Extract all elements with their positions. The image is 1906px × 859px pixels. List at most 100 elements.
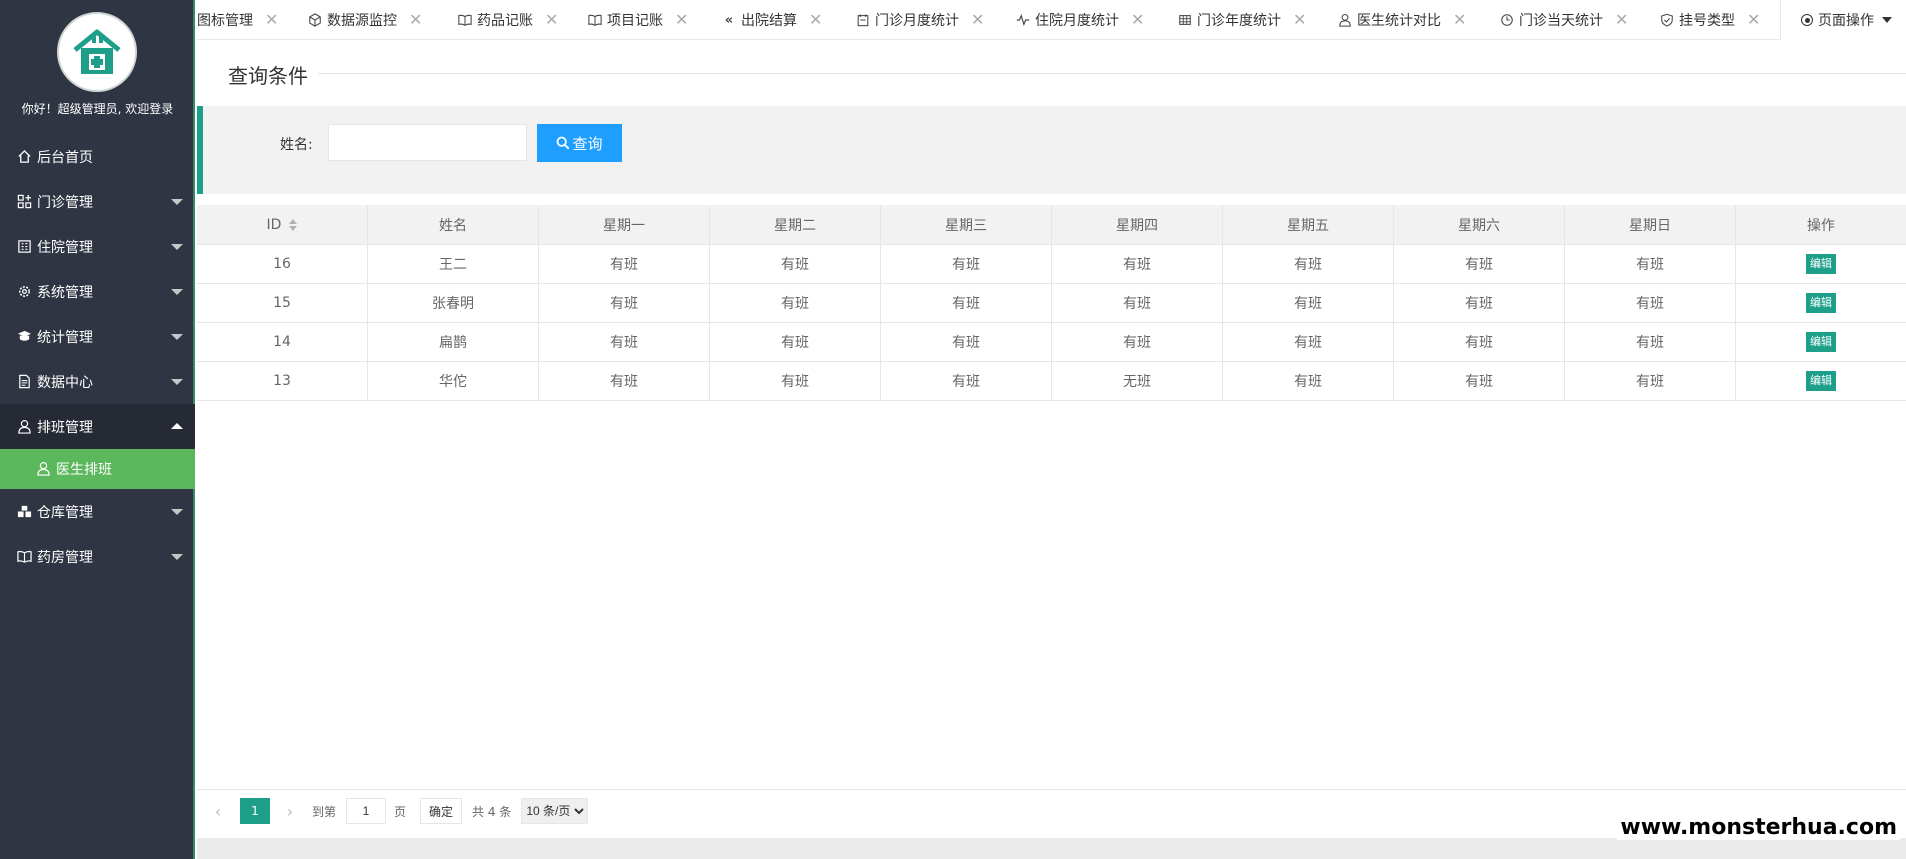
- footer-strip: [197, 838, 1906, 859]
- double-left-icon: «: [724, 12, 734, 28]
- tab-datasource-monitor[interactable]: 数据源监控 ✕: [307, 0, 422, 40]
- tab-label: 挂号类型: [1679, 13, 1735, 29]
- table-row: 14 扁鹊 有班 有班 有班 有班 有班 有班 有班 编辑: [197, 323, 1906, 362]
- total-count: 共 4 条: [472, 804, 512, 819]
- table-row: 15 张春明 有班 有班 有班 有班 有班 有班 有班 编辑: [197, 284, 1906, 323]
- chevron-down-icon: [171, 509, 183, 515]
- header-name: 姓名: [368, 205, 539, 244]
- sidebar-item-statistics[interactable]: 统计管理: [0, 314, 195, 359]
- next-page-icon[interactable]: ›: [282, 802, 298, 821]
- grid-plus-icon: [16, 194, 32, 210]
- sidebar-item-outpatient[interactable]: 门诊管理: [0, 179, 195, 224]
- header-sunday: 星期日: [1565, 205, 1736, 244]
- edit-button[interactable]: 编辑: [1806, 293, 1836, 313]
- header-friday: 星期五: [1223, 205, 1394, 244]
- page-size-select[interactable]: 10 条/页: [521, 798, 589, 824]
- tab-label: 数据源监控: [327, 13, 397, 29]
- sidebar-item-inpatient[interactable]: 住院管理: [0, 224, 195, 269]
- home-icon: [16, 149, 32, 165]
- chart-icon: [16, 329, 32, 345]
- hospital-logo: [57, 12, 137, 92]
- edit-button[interactable]: 编辑: [1806, 254, 1836, 274]
- sidebar-item-label: 仓库管理: [37, 504, 93, 521]
- sidebar-item-system[interactable]: 系统管理: [0, 269, 195, 314]
- header-monday: 星期一: [539, 205, 710, 244]
- chevron-up-icon: [171, 423, 183, 429]
- chevron-down-icon: [171, 554, 183, 560]
- tab-drug-billing[interactable]: 药品记账 ✕: [457, 0, 558, 40]
- name-input[interactable]: [328, 124, 527, 161]
- close-icon[interactable]: ✕: [1615, 12, 1628, 28]
- close-icon[interactable]: ✕: [545, 12, 558, 28]
- tab-inpatient-monthly[interactable]: 住院月度统计 ✕: [1015, 0, 1144, 40]
- tab-icon-management[interactable]: 图标管理 ✕: [197, 0, 278, 40]
- close-icon[interactable]: ✕: [265, 12, 278, 28]
- cell-monday: 有班: [539, 284, 710, 322]
- close-icon[interactable]: ✕: [409, 12, 422, 28]
- confirm-button[interactable]: 确定: [420, 798, 463, 824]
- cell-saturday: 有班: [1394, 245, 1565, 283]
- clock-icon: [1499, 12, 1515, 28]
- query-button-label: 查询: [572, 135, 603, 153]
- warehouse-icon: [16, 504, 32, 520]
- sidebar-subitem-label: 医生排班: [56, 462, 112, 478]
- cell-monday: 有班: [539, 362, 710, 400]
- building-icon: [16, 239, 32, 255]
- book-icon: [587, 12, 603, 28]
- cell-friday: 有班: [1223, 245, 1394, 283]
- page-operations-dropdown[interactable]: 页面操作: [1780, 0, 1906, 40]
- header-wednesday: 星期三: [881, 205, 1052, 244]
- header-label: ID: [266, 216, 282, 233]
- book-icon: [457, 12, 473, 28]
- current-page[interactable]: 1: [240, 798, 270, 824]
- tab-doctor-stats-compare[interactable]: 医生统计对比 ✕: [1337, 0, 1466, 40]
- cell-actions: 编辑: [1736, 323, 1906, 361]
- book-icon: [16, 549, 32, 565]
- close-icon[interactable]: ✕: [1747, 12, 1760, 28]
- tab-item-billing[interactable]: 项目记账 ✕: [587, 0, 688, 40]
- sidebar-item-label: 系统管理: [37, 284, 93, 301]
- close-icon[interactable]: ✕: [1293, 12, 1306, 28]
- sort-icon[interactable]: [289, 218, 298, 231]
- cell-friday: 有班: [1223, 362, 1394, 400]
- cell-wednesday: 有班: [881, 323, 1052, 361]
- chevron-down-icon: [171, 379, 183, 385]
- edit-button[interactable]: 编辑: [1806, 332, 1836, 352]
- header-id[interactable]: ID: [197, 205, 368, 244]
- sidebar-item-warehouse[interactable]: 仓库管理: [0, 489, 195, 534]
- tab-registration-type[interactable]: 挂号类型 ✕: [1659, 0, 1760, 40]
- query-legend: 查询条件: [228, 64, 308, 88]
- watermark: www.monsterhua.com: [1617, 815, 1900, 840]
- tab-label: 项目记账: [607, 13, 663, 29]
- tab-label: 门诊年度统计: [1197, 13, 1281, 29]
- close-icon[interactable]: ✕: [971, 12, 984, 28]
- tab-discharge-settlement[interactable]: « 出院结算 ✕: [721, 0, 823, 40]
- close-icon[interactable]: ✕: [809, 12, 822, 28]
- sidebar-item-pharmacy[interactable]: 药房管理: [0, 534, 195, 579]
- sidebar-item-home[interactable]: 后台首页: [0, 134, 195, 179]
- tab-outpatient-monthly[interactable]: 门诊月度统计 ✕: [855, 0, 984, 40]
- cell-name: 王二: [368, 245, 539, 283]
- sidebar-subitem-doctor-schedule[interactable]: 医生排班: [0, 449, 195, 489]
- cell-tuesday: 有班: [710, 284, 881, 322]
- cell-actions: 编辑: [1736, 284, 1906, 322]
- goto-page-input[interactable]: [346, 798, 387, 824]
- close-icon[interactable]: ✕: [1131, 12, 1144, 28]
- cell-thursday: 有班: [1052, 284, 1223, 322]
- close-icon[interactable]: ✕: [675, 12, 688, 28]
- tab-label: 药品记账: [477, 13, 533, 29]
- query-button[interactable]: 查询: [537, 124, 622, 162]
- tab-outpatient-yearly[interactable]: 门诊年度统计 ✕: [1177, 0, 1306, 40]
- prev-page-icon[interactable]: ‹: [210, 802, 226, 821]
- edit-button[interactable]: 编辑: [1806, 371, 1836, 391]
- cell-sunday: 有班: [1565, 245, 1736, 283]
- cell-friday: 有班: [1223, 284, 1394, 322]
- tab-bar: 图标管理 ✕ 数据源监控 ✕ 药品记账 ✕ 项目记账 ✕ « 出院结算 ✕ 门诊月度统计 ✕…: [197, 0, 1906, 40]
- sidebar-item-scheduling[interactable]: 排班管理: [0, 404, 195, 449]
- tab-outpatient-today[interactable]: 门诊当天统计 ✕: [1499, 0, 1628, 40]
- sidebar-item-data-center[interactable]: 数据中心: [0, 359, 195, 404]
- cell-actions: 编辑: [1736, 245, 1906, 283]
- cell-saturday: 有班: [1394, 323, 1565, 361]
- close-icon[interactable]: ✕: [1453, 12, 1466, 28]
- cell-wednesday: 有班: [881, 284, 1052, 322]
